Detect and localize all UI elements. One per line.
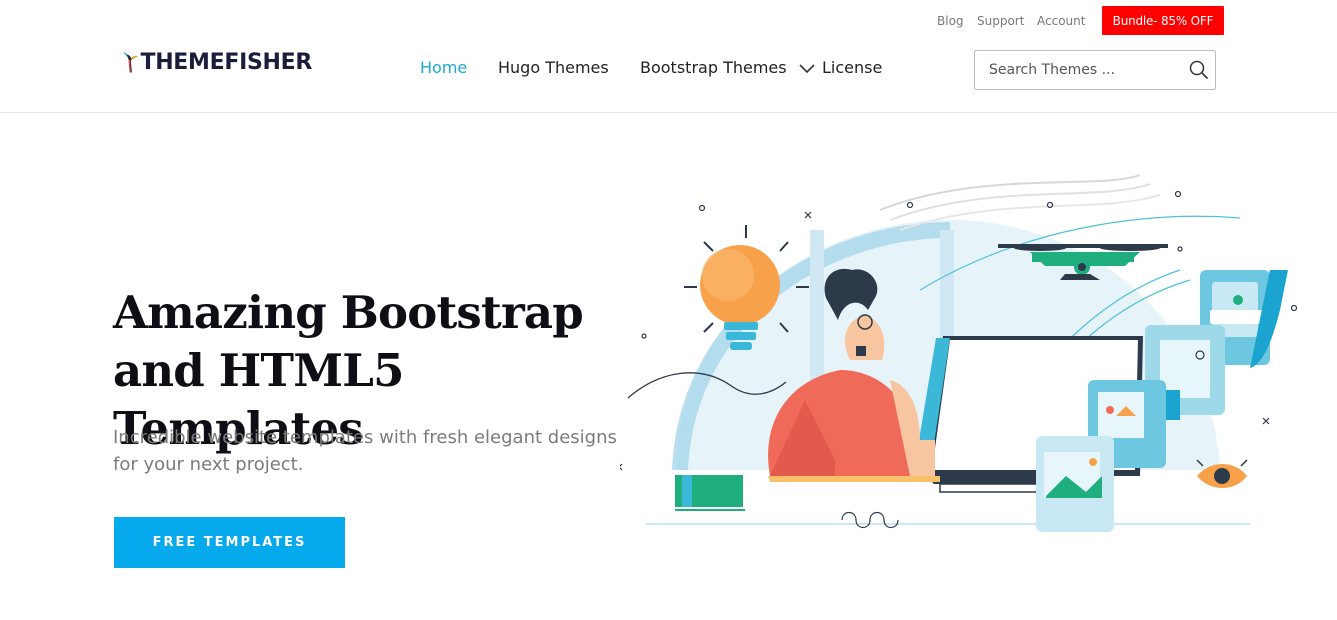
account-link[interactable]: Account — [1037, 14, 1085, 28]
blog-link[interactable]: Blog — [937, 14, 964, 28]
utility-bar: Blog Support Account Bundle- 85% OFF — [0, 6, 1337, 36]
free-templates-button[interactable]: FREE TEMPLATES — [114, 517, 345, 568]
hummingbird-icon — [123, 51, 138, 73]
search-box — [974, 50, 1216, 90]
hero-title-line-1: Amazing Bootstrap — [113, 286, 584, 339]
brand-name: THEMEFISHER — [140, 49, 312, 75]
support-link[interactable]: Support — [977, 14, 1024, 28]
chevron-down-icon[interactable] — [799, 64, 815, 74]
search-input[interactable] — [989, 62, 1179, 78]
header-divider — [0, 112, 1337, 113]
search-icon[interactable] — [1189, 60, 1209, 80]
brand-logo[interactable]: THEMEFISHER — [122, 40, 312, 84]
hero-subtitle: Incredible website templates with fresh … — [113, 427, 617, 475]
nav-home[interactable]: Home — [420, 58, 467, 77]
nav-bootstrap-themes[interactable]: Bootstrap Themes — [640, 58, 787, 77]
bundle-offer-button[interactable]: Bundle- 85% OFF — [1102, 6, 1224, 35]
books-icon — [675, 475, 745, 511]
hero-illustration — [620, 174, 1298, 532]
nav-license[interactable]: License — [822, 58, 882, 77]
nav-hugo-themes[interactable]: Hugo Themes — [498, 58, 609, 77]
